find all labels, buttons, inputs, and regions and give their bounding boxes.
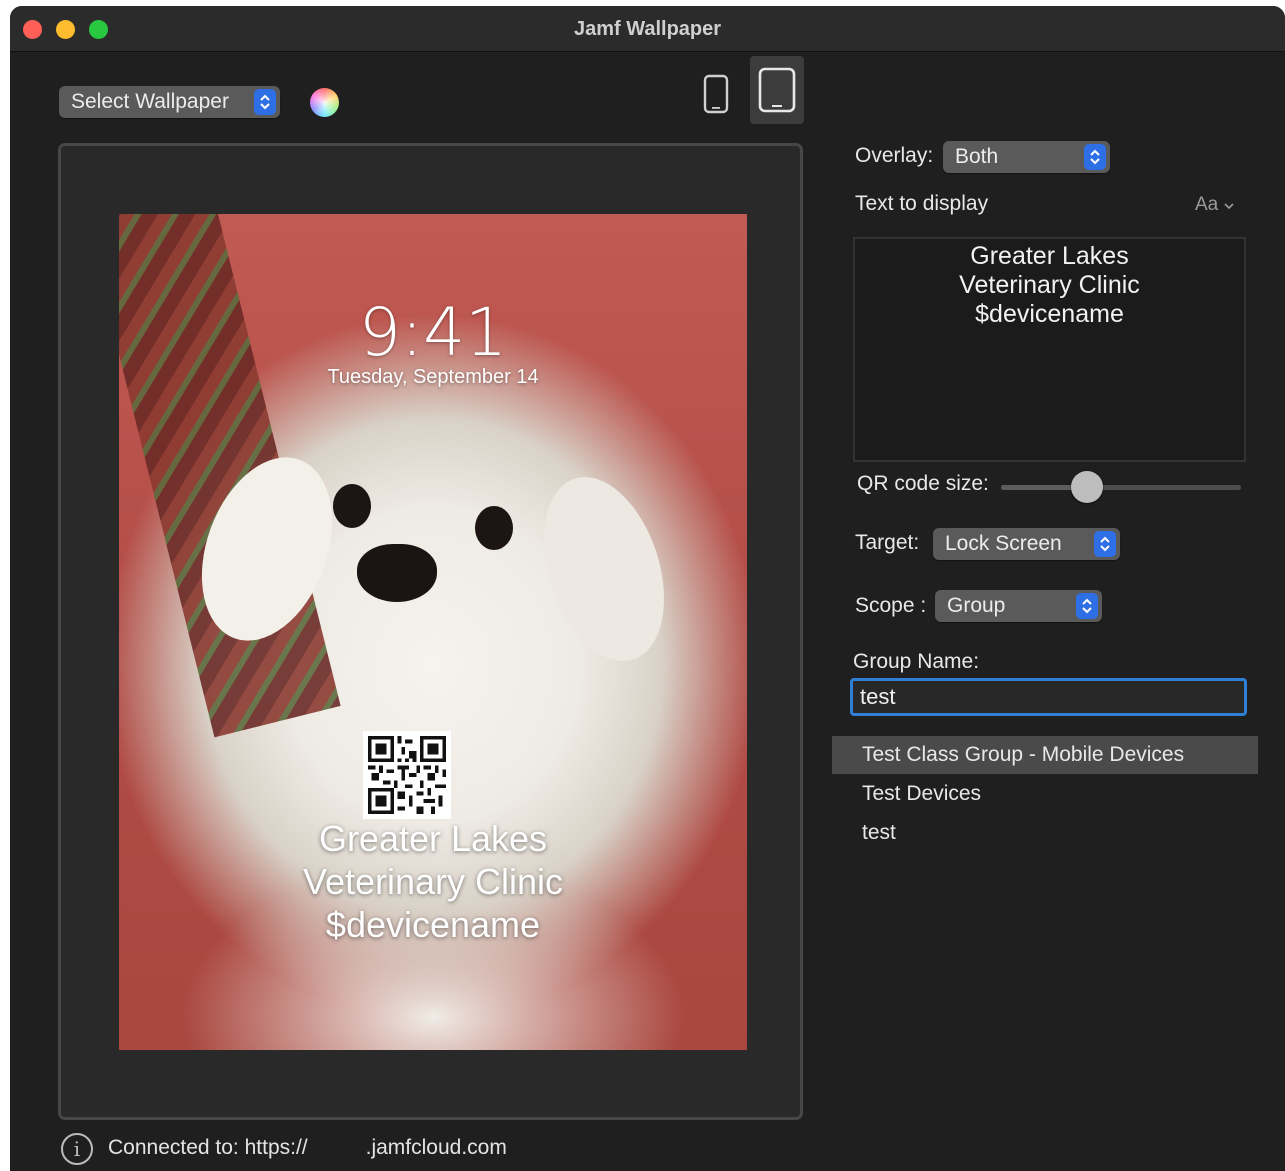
text-line: Veterinary Clinic — [959, 271, 1140, 299]
chevron-updown-icon — [1084, 144, 1106, 170]
suggestion-label: Test Class Group - Mobile Devices — [862, 743, 1185, 766]
target-label: Target: — [855, 531, 920, 554]
connection-prefix: Connected to: https:// — [108, 1136, 308, 1159]
color-wheel-icon[interactable] — [310, 88, 339, 117]
chevron-updown-icon — [1076, 593, 1098, 619]
window-title: Jamf Wallpaper — [573, 18, 722, 40]
text-line: Greater Lakes — [970, 242, 1129, 270]
slider-knob[interactable] — [1071, 471, 1104, 503]
lock-screen-date: Tuesday, September 14 — [327, 366, 539, 388]
text-to-display-label: Text to display — [855, 192, 989, 215]
app-window: Jamf Wallpaper Select Wallpaper 9:41 Tue… — [10, 6, 1285, 1171]
group-name-input[interactable] — [850, 678, 1247, 716]
overlay-line: Greater Lakes — [318, 818, 548, 859]
overlay-label: Overlay: — [855, 144, 934, 167]
title-bar: Jamf Wallpaper — [10, 6, 1285, 52]
suggestion-item[interactable]: Test Class Group - Mobile Devices — [832, 736, 1258, 774]
font-picker-button[interactable]: Aa — [1195, 194, 1234, 216]
dog-eye — [333, 484, 371, 528]
chevron-updown-icon — [1094, 531, 1116, 557]
suggestion-label: test — [862, 821, 896, 844]
text-to-display-field[interactable]: Greater Lakes Veterinary Clinic $devicen… — [853, 237, 1246, 462]
overlay-value: Both — [955, 145, 999, 168]
qr-code-size-label: QR code size: — [857, 472, 989, 495]
group-name-label: Group Name: — [853, 650, 980, 673]
chevron-updown-icon — [254, 89, 276, 115]
qr-code-size-slider[interactable] — [1001, 471, 1241, 503]
text-line: $devicename — [975, 300, 1124, 328]
overlay-line: $devicename — [325, 904, 541, 945]
scope-label: Scope : — [855, 594, 927, 617]
connection-suffix: .jamfcloud.com — [365, 1136, 507, 1159]
connection-status: Connected to: https:// .jamfcloud.com — [108, 1136, 507, 1160]
overlay-line: Veterinary Clinic — [302, 861, 564, 902]
overlay-popup[interactable]: Both — [943, 141, 1110, 173]
iphone-icon[interactable] — [699, 70, 733, 118]
lock-screen-time: 9:41 — [358, 294, 508, 371]
wallpaper-overlay-text: Greater Lakes Veterinary Clinic $devicen… — [119, 817, 747, 946]
dog-ear — [522, 461, 686, 677]
chevron-down-icon — [1223, 203, 1234, 210]
font-picker-label: Aa — [1195, 194, 1219, 215]
scope-popup[interactable]: Group — [935, 590, 1102, 622]
dog-nose — [357, 544, 437, 602]
wallpaper-preview: 9:41 Tuesday, September 14 Greater Lakes… — [119, 214, 747, 1050]
scope-value: Group — [947, 594, 1006, 617]
info-icon[interactable]: i — [61, 1133, 93, 1165]
target-popup[interactable]: Lock Screen — [933, 528, 1120, 560]
suggestion-label: Test Devices — [862, 782, 982, 805]
select-wallpaper-label: Select Wallpaper — [71, 90, 229, 113]
dog-eye — [475, 506, 513, 550]
target-value: Lock Screen — [945, 532, 1062, 555]
ipad-icon[interactable] — [750, 56, 804, 124]
select-wallpaper-popup[interactable]: Select Wallpaper — [59, 86, 280, 118]
suggestion-item[interactable]: test — [832, 814, 1258, 852]
suggestion-item[interactable]: Test Devices — [832, 775, 1258, 813]
wallpaper-preview-frame: 9:41 Tuesday, September 14 Greater Lakes… — [58, 143, 803, 1120]
qr-code-icon — [363, 731, 451, 819]
